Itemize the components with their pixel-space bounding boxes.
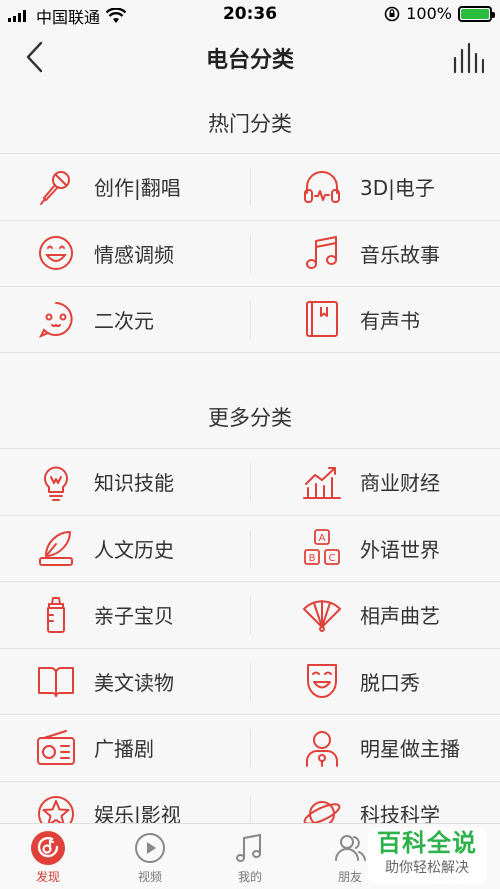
tab-label: 视频 (137, 870, 162, 884)
category-row: 美文读物 脱口秀 (0, 647, 500, 715)
stock-chart-icon (303, 466, 341, 499)
video-icon (135, 833, 165, 863)
music-icon (236, 833, 261, 862)
category-item[interactable]: 商业财经 (0, 449, 500, 515)
mask-icon (307, 664, 337, 699)
category-item[interactable]: 相声曲艺 (0, 582, 500, 648)
category-label: 商业财经 (360, 471, 440, 496)
category-row: 广播剧 明星做主播 (0, 714, 500, 781)
category-row: 知识技能 商业财经 (0, 448, 500, 515)
music-note-icon (306, 236, 337, 270)
category-label: 脱口秀 (360, 670, 420, 695)
section-title-more: 更多分类 (208, 406, 292, 430)
category-label: 明星做主播 (360, 737, 460, 762)
status-bar: 中国联通 20:36 100% (0, 0, 500, 28)
discover-icon (31, 831, 65, 865)
tab-discover[interactable]: 发现 (8, 830, 88, 885)
category-label: 相声曲艺 (360, 604, 440, 629)
section-title-hot: 热门分类 (208, 112, 292, 136)
category-row: 创作|翻唱 3D|电子 (0, 153, 500, 220)
battery-icon (458, 5, 495, 22)
watermark-logo: 百科全说 助你轻松解决 (368, 828, 486, 884)
watermark-title: 百科全说 (377, 829, 477, 857)
category-item[interactable]: AB C 外语世界 (0, 516, 500, 582)
tab-label: 我的 (237, 870, 262, 884)
category-label: 3D|电子 (360, 176, 435, 201)
category-row: 情感调频 音乐故事 (0, 219, 500, 287)
page-title: 电台分类 (205, 48, 294, 73)
friends-icon (335, 835, 366, 861)
hot-category-grid: 创作|翻唱 3D|电子 情感调频 音乐故事 二次元 有声书 (0, 153, 500, 353)
category-label: 有声书 (360, 308, 420, 333)
rotation-lock-icon (384, 6, 400, 21)
category-item[interactable]: 脱口秀 (0, 649, 500, 715)
book-icon (306, 301, 338, 338)
svg-text:C: C (329, 553, 336, 564)
svg-text:B: B (309, 553, 316, 564)
watermark-subtitle: 助你轻松解决 (385, 860, 469, 876)
category-item[interactable]: 有声书 (0, 287, 500, 352)
category-row: 人文历史 ABC 外语世界 (0, 514, 500, 582)
nav-bar: 电台分类 (0, 28, 500, 86)
tab-label: 发现 (35, 870, 60, 884)
category-item[interactable]: 明星做主播 (0, 715, 500, 781)
star-person-icon (306, 730, 338, 767)
battery-percent: 100% (406, 4, 452, 23)
category-item[interactable]: 音乐故事 (0, 221, 500, 287)
category-row: 亲子宝贝 相声曲艺 (0, 581, 500, 648)
tab-mine[interactable]: 我的 (210, 830, 290, 885)
status-right: 100% (384, 4, 495, 23)
svg-text:A: A (319, 533, 326, 544)
category-label: 外语世界 (360, 537, 440, 562)
more-category-grid: 知识技能 商业财经 人文历史 ABC 外语世界 亲子宝贝 相声曲艺 美文读物 脱… (0, 448, 500, 847)
headphones-icon (304, 170, 340, 203)
category-item[interactable]: 3D|电子 (0, 154, 500, 220)
category-label: 音乐故事 (360, 242, 440, 267)
tab-video[interactable]: 视频 (110, 830, 190, 885)
abc-blocks-icon: AB C (304, 529, 340, 566)
equalizer-icon[interactable] (452, 42, 484, 74)
tab-label: 朋友 (337, 870, 362, 884)
category-row: 二次元 有声书 (0, 286, 500, 353)
fan-icon (303, 599, 341, 632)
